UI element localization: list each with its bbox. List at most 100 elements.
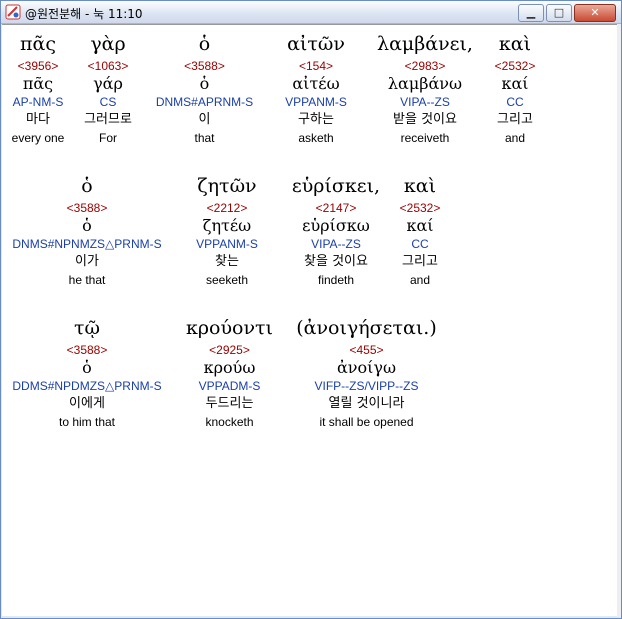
close-button[interactable]: ✕ (574, 4, 616, 22)
strong-number[interactable]: <3588> (2, 341, 172, 359)
minimize-button[interactable]: ▁ (518, 4, 544, 22)
lemma: εὑρίσκω (302, 216, 370, 235)
minimize-icon: ▁ (526, 6, 536, 19)
korean-gloss: 받을 것이요 (393, 112, 457, 127)
parsing-code: DNMS#NPNMZS△PRNM-S (12, 237, 162, 251)
english-gloss: every one (11, 131, 65, 145)
word-column[interactable]: αἰτῶν <154> αἰτέω VPPANM-S 구하는 asketh (267, 31, 365, 147)
greek-word: πᾶς (20, 33, 56, 55)
close-icon: ✕ (590, 6, 600, 19)
english-gloss: seeketh (205, 273, 249, 287)
english-gloss: knocketh (205, 415, 254, 429)
korean-gloss: 이에게 (69, 396, 105, 411)
strong-number[interactable]: <2532> (395, 199, 445, 217)
strong-number[interactable]: <154> (267, 57, 365, 75)
app-icon (5, 4, 21, 20)
parsing-code: DDMS#NPDMZS△PRNM-S (12, 379, 162, 393)
parsing-code: VPPADM-S (198, 379, 261, 393)
lemma: ὁ (82, 216, 92, 235)
greek-word: λαμβάνει, (377, 33, 473, 55)
word-column[interactable]: ὁ <3588> ὁ DNMS#NPNMZS△PRNM-S 이가 he that (2, 173, 172, 289)
lemma: λαμβάνω (387, 74, 463, 93)
english-gloss: For (99, 131, 117, 145)
english-gloss: asketh (298, 131, 334, 145)
maximize-button[interactable]: □ (546, 4, 572, 22)
app-window: @원전분해 - 눅 11:10 ▁ □ ✕ πᾶς <3956> πᾶς AP-… (0, 0, 622, 619)
strong-number[interactable]: <2147> (277, 199, 395, 217)
greek-word: (ἀνοιγήσεται.) (296, 317, 437, 339)
word-column[interactable]: καὶ <2532> καί CC 그리고 and (485, 31, 545, 147)
korean-gloss: 두드리는 (205, 396, 254, 411)
english-gloss: to him that (58, 415, 116, 429)
word-column[interactable]: λαμβάνει, <2983> λαμβάνω VIPA--ZS 받을 것이요… (365, 31, 485, 147)
word-column[interactable]: ὁ <3588> ὁ DNMS#APRNM-S 이 that (142, 31, 267, 147)
greek-word: κρούοντι (186, 317, 273, 339)
english-gloss: and (504, 131, 526, 145)
lemma: κρούω (203, 358, 256, 377)
lemma: ζητέω (202, 216, 252, 235)
strong-number[interactable]: <3588> (2, 199, 172, 217)
window-title: @원전분해 - 눅 11:10 (25, 7, 143, 21)
lemma: καί (501, 74, 529, 93)
word-column[interactable]: εὑρίσκει, <2147> εὑρίσκω VIPA--ZS 찾을 것이요… (277, 173, 395, 289)
korean-gloss: 찾을 것이요 (304, 254, 368, 269)
strong-number[interactable]: <2983> (365, 57, 485, 75)
english-gloss: receiveth (400, 131, 450, 145)
word-column[interactable]: (ἀνοιγήσεται.) <455> ἀνοίγω VIFP--ZS/VIP… (284, 315, 449, 431)
strong-number[interactable]: <455> (284, 341, 449, 359)
lemma: πᾶς (22, 74, 54, 93)
title-bar[interactable]: @원전분해 - 눅 11:10 ▁ □ ✕ (1, 1, 621, 24)
word-column[interactable]: ζητῶν <2212> ζητέω VPPANM-S 찾는 seeketh (177, 173, 277, 289)
strong-number[interactable]: <2532> (485, 57, 545, 75)
greek-word: εὑρίσκει, (291, 175, 381, 197)
maximize-icon: □ (553, 6, 565, 19)
strong-number[interactable]: <2925> (177, 341, 282, 359)
strong-number[interactable]: <2212> (177, 199, 277, 217)
lemma: ὁ (82, 358, 92, 377)
english-gloss: he that (68, 273, 106, 287)
korean-gloss: 구하는 (298, 112, 334, 127)
english-gloss: that (194, 131, 215, 145)
interlinear-panel[interactable]: πᾶς <3956> πᾶς AP-NM-S 마다 every one γὰρ … (2, 24, 617, 616)
lemma: αἰτέω (292, 74, 340, 93)
greek-word: ὁ (81, 175, 93, 197)
word-column[interactable]: πᾶς <3956> πᾶς AP-NM-S 마다 every one (2, 31, 74, 147)
parsing-code: VIFP--ZS/VIPP--ZS (314, 379, 419, 393)
english-gloss: and (409, 273, 431, 287)
korean-gloss: 그리고 (402, 254, 438, 269)
lemma: ὁ (199, 74, 210, 93)
strong-number[interactable]: <3956> (2, 57, 74, 75)
korean-gloss: 그리고 (497, 112, 533, 127)
word-column[interactable]: τῷ <3588> ὁ DDMS#NPDMZS△PRNM-S 이에게 to hi… (2, 315, 172, 431)
greek-word: τῷ (73, 317, 100, 339)
strong-number[interactable]: <3588> (142, 57, 267, 75)
word-column[interactable]: γὰρ <1063> γάρ CS 그러므로 For (74, 31, 142, 147)
parsing-code: VPPANM-S (196, 237, 258, 251)
english-gloss: findeth (317, 273, 355, 287)
right-edge-scrollbar[interactable] (617, 24, 621, 617)
lemma: καί (406, 216, 434, 235)
greek-word: ζητῶν (197, 175, 257, 197)
parsing-code: AP-NM-S (12, 95, 64, 109)
greek-word: αἰτῶν (287, 33, 345, 55)
parsing-code: CC (506, 95, 524, 109)
greek-word: καὶ (498, 33, 532, 55)
korean-gloss: 이가 (75, 254, 99, 269)
word-column[interactable]: κρούοντι <2925> κρούω VPPADM-S 두드리는 knoc… (177, 315, 282, 431)
korean-gloss: 그러므로 (84, 112, 132, 127)
parsing-code: VPPANM-S (285, 95, 347, 109)
strong-number[interactable]: <1063> (74, 57, 142, 75)
parsing-code: VIPA--ZS (400, 95, 450, 109)
korean-gloss: 이 (198, 112, 211, 127)
greek-word: ὁ (198, 33, 211, 55)
parsing-code: CS (99, 95, 117, 109)
greek-word: καὶ (403, 175, 437, 197)
greek-word: γὰρ (90, 33, 126, 55)
word-column[interactable]: καὶ <2532> καί CC 그리고 and (395, 173, 445, 289)
korean-gloss: 열릴 것이니라 (328, 396, 405, 411)
english-gloss: it shall be opened (319, 415, 414, 429)
korean-gloss: 마다 (26, 112, 50, 127)
parsing-code: VIPA--ZS (311, 237, 361, 251)
parsing-code: CC (411, 237, 429, 251)
lemma: γάρ (93, 74, 123, 93)
